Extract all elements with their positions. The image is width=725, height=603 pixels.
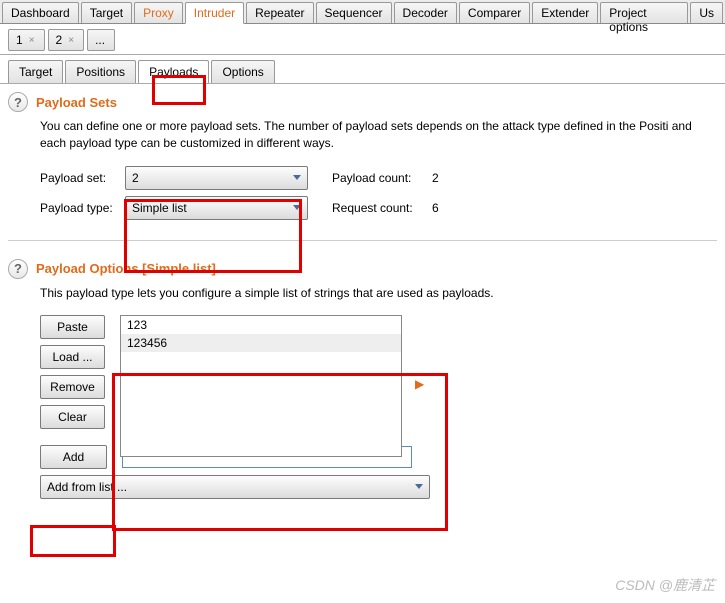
attack-tab-1[interactable]: 1× — [8, 29, 45, 51]
request-count-value: 6 — [432, 201, 439, 215]
payload-set-label: Payload set: — [40, 171, 125, 185]
tab-project-options[interactable]: Project options — [600, 2, 688, 23]
payload-type-value: Simple list — [132, 201, 187, 215]
tab-sequencer[interactable]: Sequencer — [316, 2, 392, 23]
list-item[interactable]: 123456 — [121, 334, 401, 352]
request-count-label: Request count: — [332, 201, 432, 215]
add-from-list-dropdown[interactable]: Add from list ... — [40, 475, 430, 499]
list-item[interactable]: 123 — [121, 316, 401, 334]
tab-proxy[interactable]: Proxy — [134, 2, 183, 23]
load-button[interactable]: Load ... — [40, 345, 105, 369]
close-icon[interactable]: × — [68, 35, 74, 46]
attack-tab-1-label: 1 — [16, 33, 23, 47]
intruder-inner-tabs: Target Positions Payloads Options — [0, 55, 725, 84]
inner-tab-options[interactable]: Options — [211, 60, 274, 83]
tab-comparer[interactable]: Comparer — [459, 2, 530, 23]
payload-count-value: 2 — [432, 171, 439, 185]
tab-repeater[interactable]: Repeater — [246, 2, 313, 23]
attack-tab-2-label: 2 — [56, 33, 63, 47]
attack-tab-2[interactable]: 2× — [48, 29, 85, 51]
tab-decoder[interactable]: Decoder — [394, 2, 457, 23]
payload-list[interactable]: 123 123456 — [120, 315, 402, 457]
payload-type-dropdown[interactable]: Simple list — [125, 196, 308, 220]
clear-button[interactable]: Clear — [40, 405, 105, 429]
add-button[interactable]: Add — [40, 445, 107, 469]
tab-user-truncated[interactable]: Us — [690, 2, 723, 23]
payload-count-label: Payload count: — [332, 171, 432, 185]
payload-sets-title: Payload Sets — [36, 95, 117, 110]
payload-sets-desc: You can define one or more payload sets.… — [40, 118, 717, 152]
watermark: CSDN @鹿清芷 — [615, 575, 715, 595]
help-icon[interactable]: ? — [8, 92, 28, 112]
payload-sets-section: ? Payload Sets You can define one or mor… — [8, 92, 717, 220]
payload-options-section: ? Payload Options [Simple list] This pay… — [8, 259, 717, 500]
tab-extender[interactable]: Extender — [532, 2, 598, 23]
tab-target[interactable]: Target — [81, 2, 132, 23]
main-tab-bar: Dashboard Target Proxy Intruder Repeater… — [0, 0, 725, 24]
paste-button[interactable]: Paste — [40, 315, 105, 339]
arrow-right-icon: ▶ — [415, 377, 424, 391]
payload-options-desc: This payload type lets you configure a s… — [40, 285, 717, 302]
payload-set-value: 2 — [132, 171, 139, 185]
divider — [8, 240, 717, 241]
tab-intruder[interactable]: Intruder — [185, 2, 244, 24]
close-icon[interactable]: × — [29, 35, 35, 46]
add-from-list-value: Add from list ... — [47, 480, 127, 494]
inner-tab-positions[interactable]: Positions — [65, 60, 136, 83]
payload-options-title: Payload Options [Simple list] — [36, 261, 216, 276]
highlight-add-button — [30, 525, 116, 557]
inner-tab-payloads[interactable]: Payloads — [138, 60, 209, 83]
inner-tab-target[interactable]: Target — [8, 60, 63, 83]
attack-tab-new[interactable]: ... — [87, 29, 115, 51]
tab-dashboard[interactable]: Dashboard — [2, 2, 79, 23]
remove-button[interactable]: Remove — [40, 375, 105, 399]
payload-set-dropdown[interactable]: 2 — [125, 166, 308, 190]
payload-type-label: Payload type: — [40, 201, 125, 215]
help-icon[interactable]: ? — [8, 259, 28, 279]
